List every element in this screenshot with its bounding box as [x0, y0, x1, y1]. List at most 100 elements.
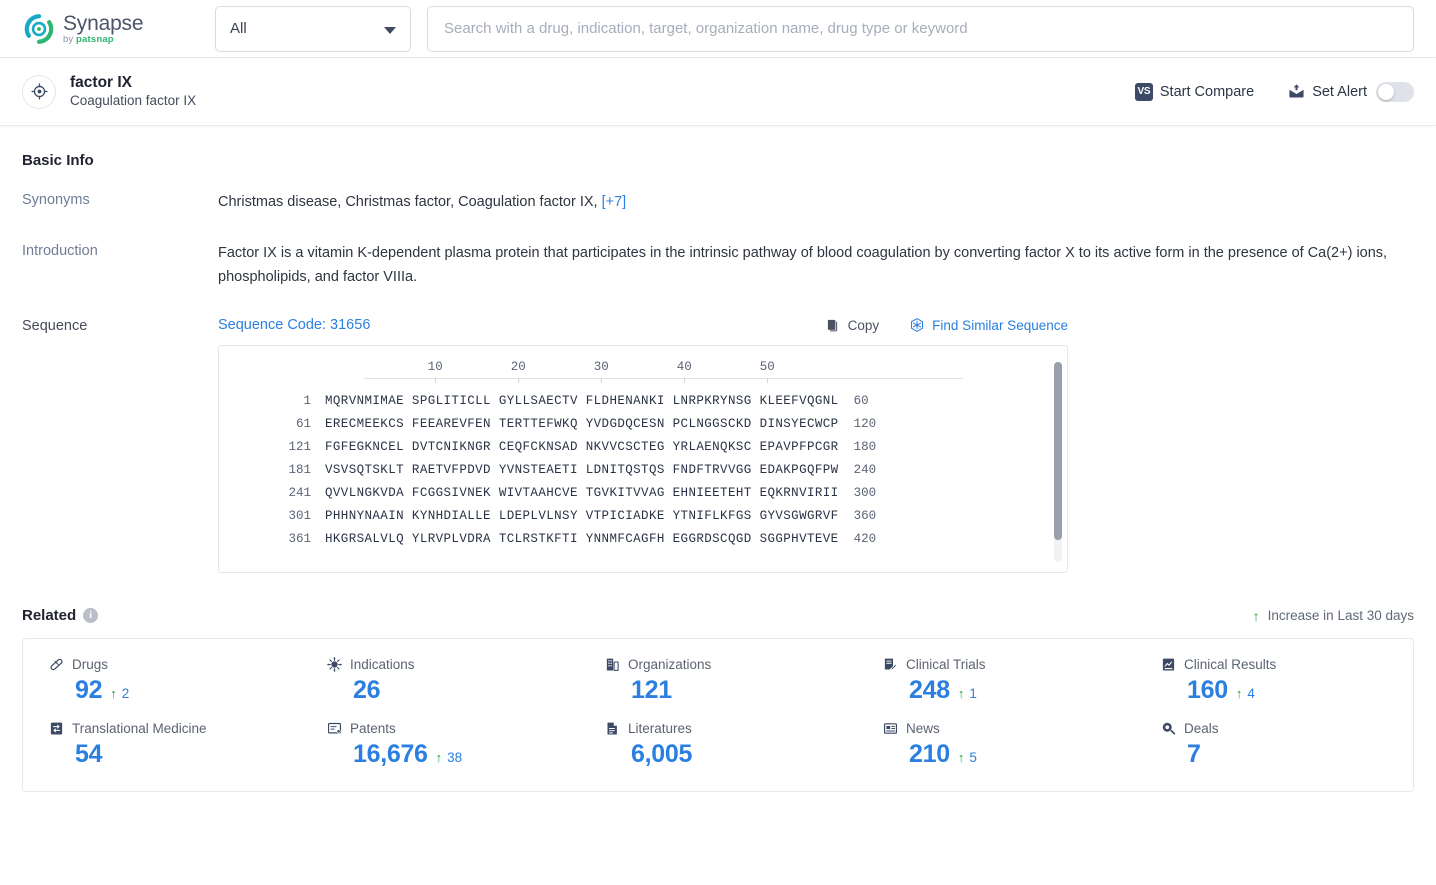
related-stat-deals[interactable]: Deals 7 — [1135, 721, 1413, 769]
stat-value-row: 6,005 — [605, 740, 857, 769]
ruler-tick — [518, 378, 520, 384]
sequence-end-index: 300 — [853, 486, 877, 501]
stat-header: Translational Medicine — [49, 721, 301, 736]
stat-label: News — [906, 721, 940, 737]
sequence-row: 181 VSVSQTSKLT RAETVFPDVD YVNSTEAETI LDNI… — [219, 459, 1067, 482]
top-navigation-bar: Synapse by patsnap All — [0, 0, 1436, 58]
chevron-down-icon — [384, 26, 396, 34]
logo-wordmark: Synapse — [63, 11, 144, 35]
synapse-logo[interactable]: Synapse by patsnap — [22, 12, 182, 46]
search-input[interactable] — [444, 20, 1397, 37]
stat-delta: ↑ 2 — [110, 686, 129, 701]
synapse-logo-icon — [22, 12, 56, 46]
introduction-row: Introduction Factor IX is a vitamin K-de… — [22, 242, 1414, 289]
set-alert-toggle[interactable] — [1376, 81, 1414, 102]
sequence-row: 361 HKGRSALVLQ YLRVPLVDRA TCLRSTKFTI YNNM… — [219, 528, 1067, 551]
sequence-code-link[interactable]: Sequence Code: 31656 — [218, 317, 370, 333]
stat-delta-value: 38 — [447, 750, 463, 766]
page-content: Basic Info Synonyms Christmas disease, C… — [0, 126, 1436, 793]
synonyms-value: Christmas disease, Christmas factor, Coa… — [218, 194, 598, 210]
ruler-tick — [435, 378, 437, 384]
stat-value: 92 — [75, 676, 103, 705]
related-stats-card: Drugs 92 ↑ 2 Indications 26 Organizations 121 Cl… — [22, 638, 1414, 793]
virus-icon — [327, 657, 342, 673]
stat-header: Literatures — [605, 721, 857, 736]
start-compare-label: Start Compare — [1159, 83, 1255, 100]
stat-label: Literatures — [628, 721, 692, 737]
up-arrow-icon: ↑ — [957, 686, 965, 702]
find-similar-sequence-button[interactable]: Find Similar Sequence — [909, 317, 1068, 333]
literature-icon — [605, 721, 620, 736]
stat-value: 210 — [909, 740, 950, 769]
synonyms-more-link[interactable]: [+7] — [602, 194, 627, 210]
stat-value-row: 121 — [605, 676, 857, 705]
stat-value: 121 — [631, 676, 672, 705]
stat-header: Clinical Trials — [883, 657, 1135, 672]
stat-value: 26 — [353, 676, 381, 705]
synonyms-row: Synonyms Christmas disease, Christmas fa… — [22, 191, 1414, 214]
stat-delta: ↑ 1 — [958, 686, 977, 701]
sequence-start-index: 181 — [288, 463, 311, 478]
stat-delta: ↑ 4 — [1236, 686, 1255, 701]
versus-icon: VS — [1134, 82, 1153, 101]
search-bar[interactable] — [427, 5, 1414, 52]
stat-value-row: 248 ↑ 1 — [883, 676, 1135, 705]
entity-header: factor IX Coagulation factor IX VS Start… — [0, 58, 1436, 126]
sequence-scrollbar-thumb[interactable] — [1054, 362, 1062, 541]
stat-label: Indications — [350, 657, 415, 673]
stat-value-row: 210 ↑ 5 — [883, 740, 1135, 769]
news-icon — [883, 721, 898, 736]
up-arrow-icon: ↑ — [435, 750, 443, 766]
related-stat-indications[interactable]: Indications 26 — [301, 657, 579, 705]
stat-header: Clinical Results — [1161, 657, 1413, 672]
set-alert-button[interactable]: Set Alert — [1288, 81, 1414, 102]
related-stat-clinical-trials[interactable]: Clinical Trials 248 ↑ 1 — [857, 657, 1135, 705]
sequence-start-index: 121 — [288, 440, 311, 455]
sequence-viewer[interactable]: 10 20 30 40 50 1 MQRVNMIMAE SPGLITICLL GYLLSA… — [218, 345, 1068, 574]
stat-label: Patents — [350, 721, 396, 737]
logo-tagline: by patsnap — [63, 33, 114, 45]
related-stat-translational-medicine[interactable]: Translational Medicine 54 — [23, 721, 301, 769]
stat-delta-value: 1 — [969, 686, 977, 702]
sequence-row: 1 MQRVNMIMAE SPGLITICLL GYLLSAECTV FLDHEN… — [219, 390, 1067, 413]
copy-label: Copy — [847, 317, 880, 333]
increase-legend: ↑ Increase in Last 30 days — [1253, 608, 1414, 624]
sequence-residues: PHHNYNAAIN KYNHDIALLE LDEPLVLNSY VTPICIA… — [325, 509, 839, 524]
alert-envelope-icon — [1288, 83, 1305, 100]
related-stat-clinical-results[interactable]: Clinical Results 160 ↑ 4 — [1135, 657, 1413, 705]
sequence-residues: MQRVNMIMAE SPGLITICLL GYLLSAECTV FLDHENA… — [325, 394, 839, 409]
introduction-label: Introduction — [22, 243, 98, 260]
related-stat-literatures[interactable]: Literatures 6,005 — [579, 721, 857, 769]
ruler-tick-label: 40 — [676, 360, 692, 375]
info-icon[interactable]: i — [83, 608, 99, 624]
synonyms-value-wrap: Christmas disease, Christmas factor, Coa… — [218, 191, 1414, 214]
sequence-start-index: 301 — [288, 509, 311, 524]
copy-sequence-button[interactable]: Copy — [826, 317, 880, 333]
clinical-result-icon — [1161, 657, 1176, 672]
related-stat-drugs[interactable]: Drugs 92 ↑ 2 — [23, 657, 301, 705]
set-alert-label: Set Alert — [1312, 83, 1367, 100]
sequence-ruler: 10 20 30 40 50 — [219, 358, 1067, 384]
target-icon — [22, 74, 56, 109]
stat-value: 160 — [1187, 676, 1228, 705]
sequence-label: Sequence — [22, 318, 88, 335]
stat-value: 248 — [909, 676, 950, 705]
related-stat-organizations[interactable]: Organizations 121 — [579, 657, 857, 705]
related-heading: Related — [22, 607, 77, 625]
ruler-tick-label: 20 — [510, 360, 526, 375]
up-arrow-icon: ↑ — [957, 750, 965, 766]
related-stat-patents[interactable]: Patents 16,676 ↑ 38 — [301, 721, 579, 769]
sequence-end-index: 360 — [853, 509, 877, 524]
up-arrow-icon: ↑ — [1235, 686, 1243, 702]
sequence-row: 121 FGFEGKNCEL DVTCNIKNGR CEQFCKNSAD NKVV… — [219, 436, 1067, 459]
basic-info-heading: Basic Info — [22, 152, 94, 169]
related-stat-news[interactable]: News 210 ↑ 5 — [857, 721, 1135, 769]
start-compare-button[interactable]: VS Start Compare — [1134, 82, 1255, 101]
ruler-baseline — [364, 378, 963, 380]
stat-value: 54 — [75, 740, 103, 769]
increase-legend-label: Increase in Last 30 days — [1267, 608, 1414, 624]
sequence-scrollbar[interactable] — [1054, 362, 1062, 563]
search-scope-dropdown[interactable]: All — [215, 5, 411, 52]
ruler-tick — [767, 378, 769, 384]
stat-delta: ↑ 5 — [958, 750, 977, 765]
